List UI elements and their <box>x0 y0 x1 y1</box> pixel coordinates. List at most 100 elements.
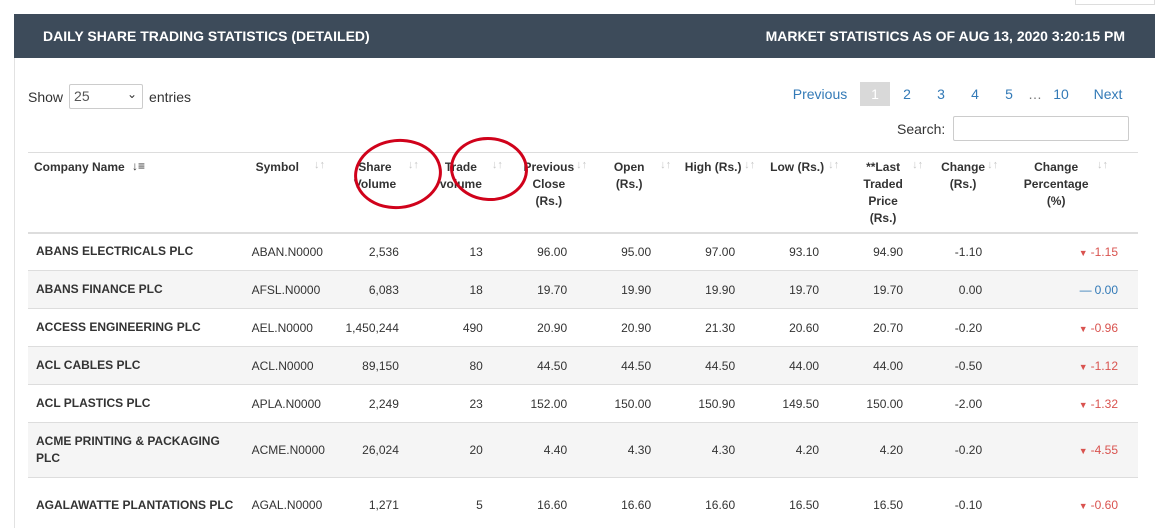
down-triangle-icon: ▼ <box>1078 399 1088 410</box>
search-control: Search: <box>897 116 1130 141</box>
cell-previous-close: 16.60 <box>506 477 592 528</box>
change-percentage-value: 0.00 <box>1094 282 1118 297</box>
cell-change-percentage: ▼ -0.96 <box>1006 308 1138 347</box>
search-input[interactable] <box>953 116 1130 141</box>
column-header-symbol[interactable]: Symbol ↓↑ <box>247 152 329 234</box>
column-header-high[interactable]: High (Rs.) ↓↑ <box>675 152 760 234</box>
show-label: Show <box>28 88 64 105</box>
change-percentage-value: -4.55 <box>1090 443 1118 457</box>
cell-change-percentage: —0.00 <box>1006 270 1138 309</box>
cell-low: 16.50 <box>759 477 844 528</box>
chevron-down-icon: ⌄ <box>126 87 138 101</box>
change-percentage-value: -1.12 <box>1090 358 1118 373</box>
entries-length-control: Show 25 ⌄ entries <box>28 84 191 109</box>
cell-company: ABANS FINANCE PLC <box>28 270 248 309</box>
cell-symbol: ACL.N0000 <box>247 346 329 385</box>
cell-trade-volume: 13 <box>422 232 507 271</box>
pagination: Previous 1 2 3 4 5 … 10 Next <box>780 82 1138 106</box>
column-header-open[interactable]: Open (Rs.) ↓↑ <box>591 152 676 234</box>
cell-trade-volume: 20 <box>422 422 507 478</box>
cell-company: ACL CABLES PLC <box>28 346 248 385</box>
column-header-company[interactable]: Company Name ↓≡ <box>28 152 248 234</box>
column-header-last-traded-price[interactable]: **Last Traded Price (Rs.) ↓↑ <box>843 152 928 234</box>
table-row: AGALAWATTE PLANTATIONS PLC AGAL.N0000 1,… <box>28 477 1138 528</box>
entries-select[interactable]: 25 ⌄ <box>69 84 144 109</box>
column-label: **Last Traded Price (Rs.) <box>863 160 903 225</box>
sort-icon: ↓↑ <box>987 159 999 171</box>
cell-company: AGALAWATTE PLANTATIONS PLC <box>28 477 248 528</box>
cell-share-volume: 1,450,244 <box>328 308 423 347</box>
cell-previous-close: 19.70 <box>506 270 592 309</box>
pagination-next[interactable]: Next <box>1078 82 1138 106</box>
pagination-page[interactable]: 5 <box>992 82 1026 106</box>
cell-change-percentage: ▼ -0.60 <box>1006 477 1138 528</box>
change-percentage-value: -1.15 <box>1090 244 1118 259</box>
cell-symbol: ACME.N0000 <box>247 422 329 478</box>
cell-trade-volume: 18 <box>422 270 507 309</box>
column-header-change-percentage[interactable]: Change Percentage (%) ↓↑ <box>1006 152 1138 234</box>
cell-low: 93.10 <box>759 232 844 271</box>
cell-symbol: APLA.N0000 <box>247 384 329 423</box>
column-header-previous-close[interactable]: Previous Close (Rs.) ↓↑ <box>506 152 592 234</box>
cell-high: 150.90 <box>675 384 760 423</box>
cell-change-percentage: ▼ -4.55 <box>1006 422 1138 478</box>
cell-change: 0.00 <box>927 270 1007 309</box>
dash-icon: — <box>1079 282 1092 297</box>
header-bar: DAILY SHARE TRADING STATISTICS (DETAILED… <box>14 14 1155 58</box>
pagination-previous[interactable]: Previous <box>780 82 860 106</box>
cell-share-volume: 6,083 <box>328 270 423 309</box>
cell-last-traded-price: 20.70 <box>843 308 928 347</box>
down-triangle-icon: ▼ <box>1078 501 1088 511</box>
cell-open: 16.60 <box>591 477 676 528</box>
market-stats-timestamp: MARKET STATISTICS AS OF AUG 13, 2020 3:2… <box>765 28 1125 44</box>
column-label: Change Percentage (%) <box>1023 160 1089 208</box>
cell-open: 20.90 <box>591 308 676 347</box>
cell-high: 16.60 <box>675 477 760 528</box>
pagination-page[interactable]: 4 <box>958 82 992 106</box>
column-header-low[interactable]: Low (Rs.) ↓↑ <box>759 152 844 234</box>
pagination-page[interactable]: 3 <box>924 82 958 106</box>
pagination-page[interactable]: 2 <box>890 82 924 106</box>
cell-trade-volume: 80 <box>422 346 507 385</box>
column-header-trade-volume[interactable]: Trade volume ↓↑ <box>422 152 507 234</box>
cell-change: -0.20 <box>927 308 1007 347</box>
table-row: ABANS FINANCE PLC AFSL.N0000 6,083 18 19… <box>28 270 1138 309</box>
cell-last-traded-price: 94.90 <box>843 232 928 271</box>
pagination-page-last[interactable]: 10 <box>1044 82 1078 106</box>
sort-icon: ↓↑ <box>744 159 756 171</box>
cell-symbol: AGAL.N0000 <box>247 477 329 528</box>
cell-change-percentage: ▼ -1.32 <box>1006 384 1138 423</box>
cell-share-volume: 1,271 <box>328 477 423 528</box>
sort-desc-icon: ↓≡ <box>132 159 146 173</box>
cell-previous-close: 152.00 <box>506 384 592 423</box>
sort-icon: ↓↑ <box>828 159 840 171</box>
cell-company: ACME PRINTING & PACKAGING PLC <box>28 422 248 478</box>
share-trading-table: Company Name ↓≡ Symbol ↓↑ Share Volume ↓… <box>28 152 1138 528</box>
sort-icon: ↓↑ <box>1097 159 1108 171</box>
cell-high: 19.90 <box>675 270 760 309</box>
cell-share-volume: 89,150 <box>328 346 423 385</box>
cell-open: 44.50 <box>591 346 676 385</box>
cell-last-traded-price: 4.20 <box>843 422 928 478</box>
column-header-share-volume[interactable]: Share Volume ↓↑ <box>328 152 423 234</box>
cell-high: 44.50 <box>675 346 760 385</box>
table-row: ACME PRINTING & PACKAGING PLC ACME.N0000… <box>28 422 1138 478</box>
cell-last-traded-price: 19.70 <box>843 270 928 309</box>
change-percentage-value: -0.96 <box>1090 320 1118 335</box>
sort-icon: ↓↑ <box>576 159 588 171</box>
cell-symbol: ABAN.N0000 <box>247 232 329 271</box>
column-label: High (Rs.) <box>684 160 742 174</box>
table-row: ABANS ELECTRICALS PLC ABAN.N0000 2,536 1… <box>28 232 1138 271</box>
column-label: Change (Rs.) <box>941 160 986 191</box>
column-label: Previous Close (Rs.) <box>523 160 575 208</box>
column-label: Low (Rs.) <box>770 160 825 174</box>
entries-select-value: 25 <box>74 88 90 104</box>
cell-share-volume: 2,536 <box>328 232 423 271</box>
cell-last-traded-price: 150.00 <box>843 384 928 423</box>
pagination-page-current[interactable]: 1 <box>860 82 890 106</box>
cell-open: 95.00 <box>591 232 676 271</box>
cell-open: 4.30 <box>591 422 676 478</box>
column-header-change[interactable]: Change (Rs.) ↓↑ <box>927 152 1007 234</box>
cell-high: 21.30 <box>675 308 760 347</box>
cell-change-percentage: ▼ -1.15 <box>1006 232 1138 271</box>
